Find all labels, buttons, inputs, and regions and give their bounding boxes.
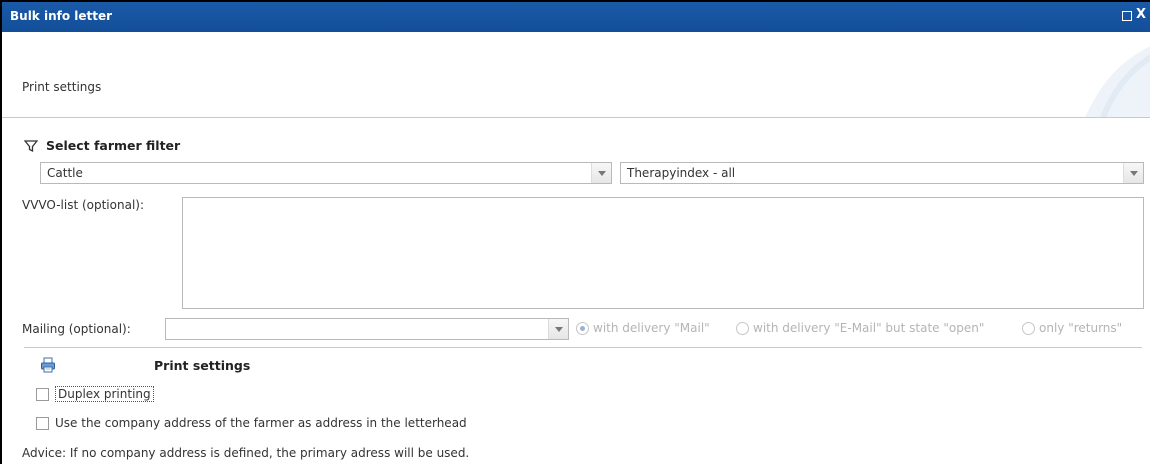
animal-type-value: Cattle: [47, 166, 83, 180]
mailing-select[interactable]: [165, 318, 569, 340]
company-address-checkbox[interactable]: [36, 416, 49, 430]
header-section-title: Print settings: [22, 80, 102, 94]
farmer-filter-heading: Select farmer filter: [24, 138, 180, 153]
advice-text: Advice: If no company address is defined…: [22, 446, 470, 460]
radio-only-returns[interactable]: only "returns": [1022, 321, 1122, 335]
print-settings-heading: Print settings: [40, 357, 340, 375]
company-address-option[interactable]: Use the company address of the farmer as…: [36, 416, 467, 430]
therapyindex-select[interactable]: Therapyindex - all: [620, 162, 1144, 184]
farmer-filter-label: Select farmer filter: [46, 138, 181, 153]
window-controls: X: [1121, 8, 1146, 22]
section-divider: [24, 347, 1142, 348]
printer-icon: [41, 357, 55, 373]
vvvo-list-label: VVVO-list (optional):: [22, 198, 145, 212]
radio-delivery-mail[interactable]: with delivery "Mail": [576, 321, 710, 335]
duplex-printing-label: Duplex printing: [55, 386, 154, 402]
print-settings-label: Print settings: [154, 358, 251, 373]
radio-delivery-email-open[interactable]: with delivery "E-Mail" but state "open": [736, 321, 984, 335]
company-address-label: Use the company address of the farmer as…: [55, 416, 467, 430]
radio-button-icon[interactable]: [576, 321, 589, 335]
close-icon[interactable]: X: [1136, 8, 1146, 22]
duplex-printing-checkbox[interactable]: [36, 387, 49, 401]
vvvo-list-textarea[interactable]: [182, 197, 1144, 309]
chevron-down-icon[interactable]: [591, 163, 611, 183]
header-band: Print settings: [2, 32, 1150, 118]
window-title: Bulk info letter: [10, 9, 113, 23]
window-titlebar[interactable]: Bulk info letter X: [2, 2, 1150, 32]
bulk-info-letter-window: Bulk info letter X Print settings Select…: [0, 0, 1150, 464]
mailing-label: Mailing (optional):: [22, 322, 131, 336]
chevron-down-icon[interactable]: [1123, 163, 1143, 183]
radio-delivery-email-label: with delivery "E-Mail" but state "open": [753, 321, 985, 335]
radio-delivery-mail-label: with delivery "Mail": [593, 321, 710, 335]
animal-type-select[interactable]: Cattle: [40, 162, 612, 184]
radio-only-returns-label: only "returns": [1039, 321, 1123, 335]
therapyindex-value: Therapyindex - all: [627, 166, 736, 180]
decorative-swoosh: [1085, 46, 1150, 117]
maximize-icon[interactable]: [1121, 11, 1132, 21]
chevron-down-icon[interactable]: [548, 319, 568, 339]
radio-button-icon[interactable]: [1022, 321, 1035, 335]
duplex-printing-option[interactable]: Duplex printing: [36, 386, 154, 402]
filter-funnel-icon: [24, 139, 38, 152]
radio-button-icon[interactable]: [736, 321, 749, 335]
